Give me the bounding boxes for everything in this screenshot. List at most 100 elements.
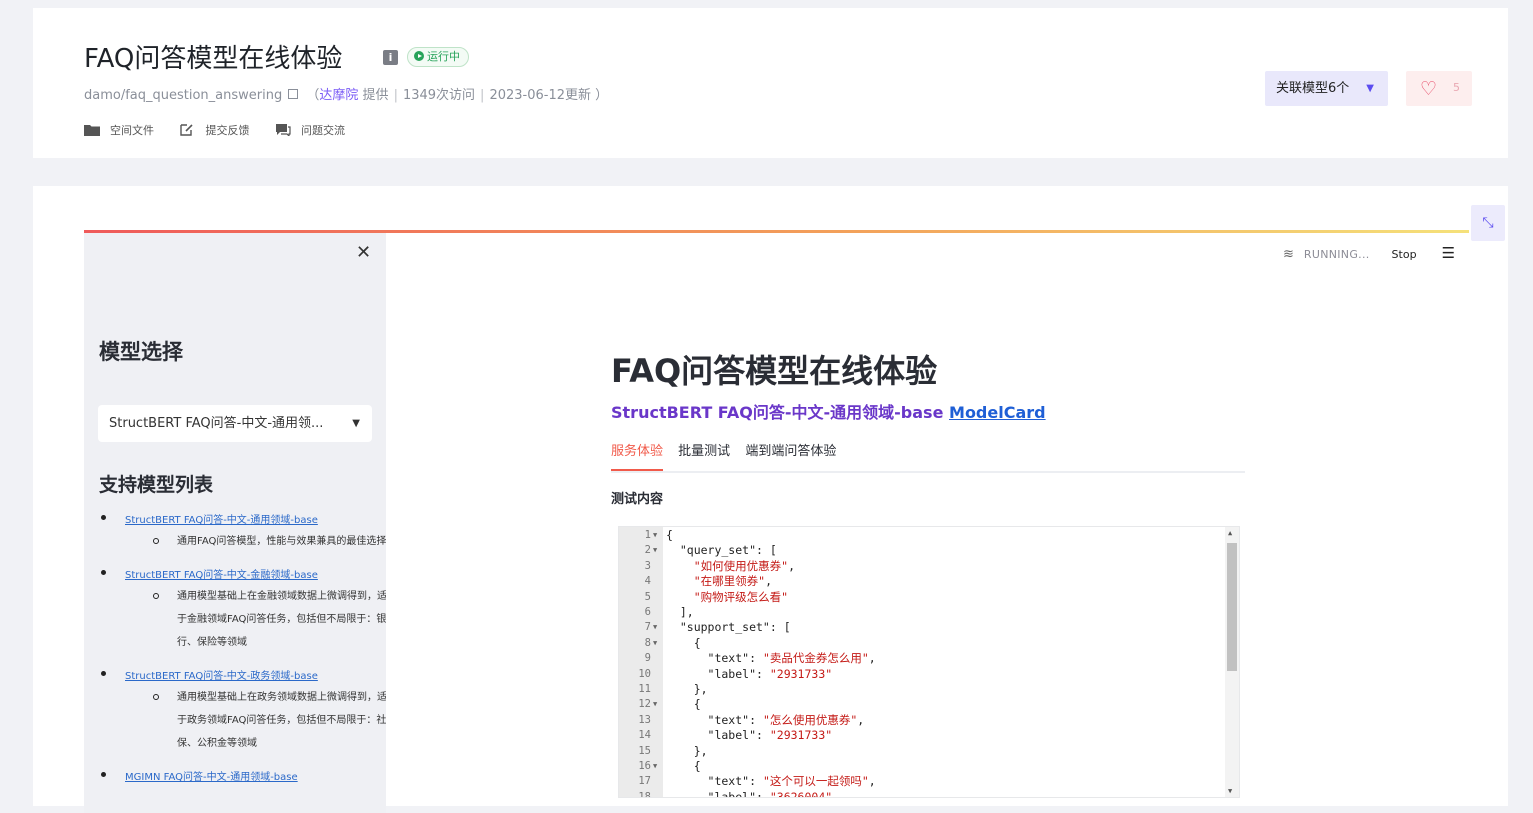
copy-icon[interactable] <box>288 89 299 99</box>
meta-paren-open: （ <box>306 88 320 103</box>
supported-model-list: StructBERT FAQ问答-中文-通用领域-base 通用FAQ问答模型，… <box>99 511 386 783</box>
list-item: StructBERT FAQ问答-中文-金融领域-base 通用模型基础上在金融… <box>99 566 386 654</box>
model-select-value: StructBERT FAQ问答-中文-通用领... <box>109 416 324 431</box>
info-icon[interactable]: i <box>383 50 398 65</box>
heart-icon: ♡ <box>1420 78 1438 100</box>
line-number: 10 <box>638 667 651 680</box>
code-text: "如何使用优惠券", <box>693 558 795 573</box>
fold-toggle-icon[interactable]: ▼ <box>653 636 657 651</box>
status-badge: 运行中 <box>407 47 469 67</box>
json-editor[interactable]: 1 ▼{2 ▼ "query_set": [3 "如何使用优惠券", 4 "在哪里领券… <box>618 526 1240 798</box>
line-number: 6 <box>644 606 651 618</box>
bullet <box>101 570 106 575</box>
fold-toggle-icon[interactable]: ▼ <box>653 620 657 635</box>
like-button[interactable]: ♡ 5 <box>1406 71 1472 106</box>
feedback-label: 提交反馈 <box>205 124 250 137</box>
code-text: ], <box>666 605 694 619</box>
repo-name: damo/faq_question_answering <box>84 88 283 103</box>
editor-scrollbar[interactable]: ▲ ▼ <box>1225 527 1239 797</box>
close-icon[interactable]: ✕ <box>356 242 371 263</box>
subtitle-model: StructBERT FAQ问答-中文-通用领域-base <box>611 403 944 422</box>
list-subitem: 通用模型基础上在政务领域数据上微调得到，适用于政务领域FAQ问答任务，包括但不局… <box>125 686 386 755</box>
line-number: 3 <box>644 559 651 572</box>
line-number: 8 <box>644 636 651 649</box>
fullscreen-icon[interactable]: ⤡ <box>1471 205 1505 241</box>
discussion-button[interactable]: 问题交流 <box>275 122 345 138</box>
provider-link[interactable]: 达摩院 <box>319 88 358 103</box>
list-item: StructBERT FAQ问答-中文-政务领域-base 通用模型基础上在政务… <box>99 667 386 755</box>
visit-count: 1349次访问 <box>402 88 476 103</box>
folder-icon <box>84 124 100 136</box>
line-number: 9 <box>644 652 651 665</box>
app-status-bar: ≋ RUNNING... Stop ☰ <box>1283 244 1455 262</box>
page-title: FAQ问答模型在线体验 <box>84 44 343 74</box>
line-number: 16 <box>638 760 651 772</box>
line-number: 14 <box>638 729 651 742</box>
model-link[interactable]: StructBERT FAQ问答-中文-政务领域-base <box>125 671 318 682</box>
menu-icon[interactable]: ☰ <box>1442 244 1455 262</box>
feedback-button[interactable]: 提交反馈 <box>179 122 250 138</box>
scroll-up-icon[interactable]: ▲ <box>1228 529 1232 537</box>
list-item: MGIMN FAQ问答-中文-通用领域-base <box>99 768 384 783</box>
space-actions: 空间文件 提交反馈 问题交流 <box>84 122 367 138</box>
code-text: "text": "卖品代金券怎么用", <box>666 651 876 666</box>
provided-text: 提供 <box>362 88 389 103</box>
like-count: 5 <box>1453 81 1460 94</box>
line-number: 13 <box>638 713 651 726</box>
model-link[interactable]: StructBERT FAQ问答-中文-通用领域-base <box>125 515 318 526</box>
line-number: 15 <box>638 744 651 757</box>
supported-models-heading: 支持模型列表 <box>99 474 214 496</box>
tab-service[interactable]: 服务体验 <box>611 440 664 471</box>
play-icon <box>414 51 424 61</box>
code-text: "text": "怎么使用优惠券", <box>666 712 865 727</box>
fold-toggle-icon[interactable]: ▼ <box>653 528 657 543</box>
running-status: RUNNING... <box>1303 248 1370 261</box>
code-text: { <box>666 697 701 712</box>
code-text: "query_set": [ <box>666 543 777 558</box>
bullet <box>101 515 106 520</box>
line-number: 17 <box>638 775 651 788</box>
model-select[interactable]: StructBERT FAQ问答-中文-通用领... ▼ <box>98 405 372 442</box>
model-description: 通用模型基础上在金融领域数据上微调得到，适用于金融领域FAQ问答任务，包括但不局… <box>177 591 386 648</box>
code-text: }, <box>666 743 708 758</box>
tab-batch-test[interactable]: 批量测试 <box>678 440 730 469</box>
related-models-button[interactable]: 关联模型6个 ▼ <box>1265 71 1388 106</box>
line-number: 1 <box>644 529 651 541</box>
status-label: 运行中 <box>427 50 460 63</box>
update-date: 2023-06-12更新 <box>489 88 591 103</box>
divider: | <box>393 88 398 103</box>
code-text: { <box>666 759 701 773</box>
code-text: "label": "2931733" <box>666 666 833 681</box>
model-link[interactable]: StructBERT FAQ问答-中文-金融领域-base <box>125 570 318 581</box>
stop-button[interactable]: Stop <box>1392 248 1417 261</box>
code-text: "support_set": [ <box>666 620 791 635</box>
line-number: 2 <box>644 544 651 557</box>
space-files-label: 空间文件 <box>110 124 154 137</box>
space-files-button[interactable]: 空间文件 <box>84 122 154 138</box>
modelcard-link[interactable]: ModelCard <box>949 403 1046 422</box>
code-text: "在哪里领券", <box>693 574 772 589</box>
space-header: FAQ问答模型在线体验 i 运行中 damo/faq_question_answ… <box>33 8 1508 158</box>
bullet <box>101 671 106 676</box>
list-subitem: 通用FAQ问答模型，性能与效果兼具的最佳选择 <box>125 530 386 553</box>
line-number: 11 <box>638 683 651 695</box>
fold-toggle-icon[interactable]: ▼ <box>653 697 657 712</box>
divider: | <box>480 88 485 103</box>
input-label: 测试内容 <box>611 492 664 507</box>
list-subitem: 通用模型基础上在金融领域数据上微调得到，适用于金融领域FAQ问答任务，包括但不局… <box>125 585 386 654</box>
tab-bar: 服务体验 批量测试 端到端问答体验 <box>611 440 1245 473</box>
fold-toggle-icon[interactable]: ▼ <box>653 759 657 774</box>
line-number: 5 <box>644 590 651 603</box>
scroll-thumb[interactable] <box>1227 543 1237 671</box>
related-models-label: 关联模型6个 <box>1276 81 1350 96</box>
swimmer-icon: ≋ <box>1283 247 1294 262</box>
code-text: "label": "2931733" <box>666 728 833 743</box>
code-text: }, <box>666 682 708 696</box>
tab-end-to-end[interactable]: 端到端问答体验 <box>745 440 836 469</box>
chevron-down-icon: ▼ <box>352 418 360 429</box>
fold-toggle-icon[interactable]: ▼ <box>653 543 657 558</box>
edit-icon <box>179 123 196 136</box>
model-link[interactable]: MGIMN FAQ问答-中文-通用领域-base <box>125 772 298 783</box>
caret-down-icon: ▼ <box>1366 83 1374 94</box>
list-item: StructBERT FAQ问答-中文-通用领域-base 通用FAQ问答模型，… <box>99 511 386 553</box>
